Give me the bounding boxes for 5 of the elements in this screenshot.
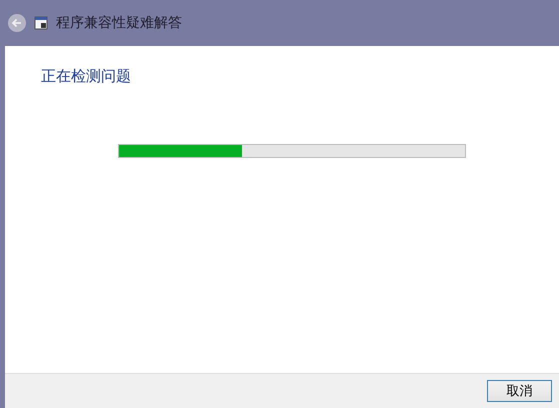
cancel-button[interactable]: 取消 xyxy=(487,380,552,402)
program-icon xyxy=(34,16,48,30)
back-icon[interactable] xyxy=(8,14,26,32)
status-heading: 正在检测问题 xyxy=(41,67,131,86)
window-title: 程序兼容性疑难解答 xyxy=(56,14,182,32)
